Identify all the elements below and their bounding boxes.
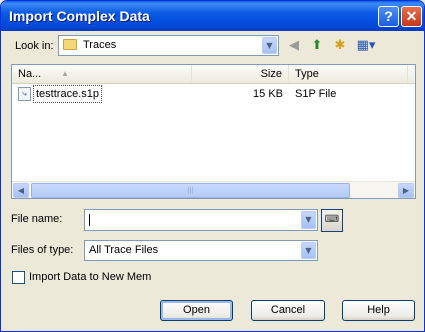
window-title: Import Complex Data xyxy=(9,8,150,24)
horizontal-scrollbar[interactable]: ◀ ||| ▶ xyxy=(12,181,415,198)
chevron-down-icon[interactable] xyxy=(262,37,277,54)
chevron-down-icon[interactable] xyxy=(301,211,316,229)
files-of-type-value: All Trace Files xyxy=(89,244,159,256)
file-name-label: File name: xyxy=(11,213,63,225)
look-in-value: Traces xyxy=(83,39,117,51)
help-button[interactable]: Help xyxy=(342,300,415,321)
import-data-checkbox[interactable] xyxy=(12,271,25,284)
file-type-cell: S1P File xyxy=(295,88,337,100)
import-complex-data-dialog: Import Complex Data ? ✕ Look in: Traces … xyxy=(0,0,425,332)
file-size-cell: 15 KB xyxy=(253,88,283,100)
file-name-cell: testtrace.s1p xyxy=(33,85,102,103)
text-caret xyxy=(89,214,90,226)
back-icon[interactable]: ◀ xyxy=(285,37,303,55)
close-icon[interactable]: ✕ xyxy=(401,6,422,27)
files-of-type-label: Files of type: xyxy=(11,244,74,256)
view-menu-icon[interactable]: ▦▾ xyxy=(354,37,378,55)
sort-arrow-icon: ▲ xyxy=(61,69,69,78)
keyboard-icon[interactable]: ⌨ xyxy=(321,209,343,232)
file-list-header: Na... ▲ Size Type xyxy=(12,65,415,84)
file-name-dropdown[interactable] xyxy=(299,210,317,230)
import-data-label[interactable]: Import Data to New Mem xyxy=(29,271,151,283)
cancel-button[interactable]: Cancel xyxy=(251,300,325,321)
folder-icon xyxy=(63,39,77,50)
scroll-left-icon[interactable]: ◀ xyxy=(13,183,29,198)
file-icon: ⤷ xyxy=(18,87,31,101)
scroll-right-icon[interactable]: ▶ xyxy=(398,183,414,198)
files-of-type-dropdown[interactable]: All Trace Files xyxy=(84,240,318,261)
look-in-label: Look in: xyxy=(15,40,54,52)
file-name-input[interactable] xyxy=(84,209,318,231)
scroll-thumb[interactable]: ||| xyxy=(31,183,350,198)
look-in-dropdown[interactable]: Traces xyxy=(58,35,279,56)
chevron-down-icon[interactable] xyxy=(301,242,316,259)
column-header-size[interactable]: Size xyxy=(192,65,289,83)
title-bar[interactable]: Import Complex Data ? ✕ xyxy=(1,1,424,31)
new-folder-icon[interactable]: ✱ xyxy=(331,37,349,55)
column-header-name[interactable]: Na... ▲ xyxy=(12,65,192,83)
up-folder-icon[interactable]: ⬆ xyxy=(308,37,326,55)
column-header-type[interactable]: Type xyxy=(289,65,408,83)
help-icon[interactable]: ? xyxy=(378,6,399,27)
open-button[interactable]: Open xyxy=(160,300,233,321)
file-list[interactable]: Na... ▲ Size Type ⤷ testtrace.s1p 15 KB … xyxy=(11,64,416,199)
